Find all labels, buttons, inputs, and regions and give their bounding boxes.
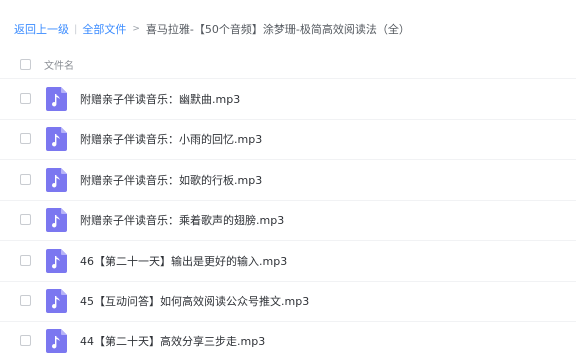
file-name[interactable]: 附赠亲子伴读音乐：乘着歌声的翅膀.mp3 [80,212,284,228]
audio-file-icon [46,248,67,273]
file-row[interactable]: 46【第二十一天】输出是更好的输入.mp3 [0,241,576,282]
file-name[interactable]: 44【第二十天】高效分享三步走.mp3 [80,333,265,349]
file-row[interactable]: 附赠亲子伴读音乐：如歌的行板.mp3 [0,160,576,201]
row-checkbox[interactable] [20,93,31,104]
breadcrumb-separator: | [74,23,78,35]
select-all-checkbox[interactable] [20,59,31,70]
file-name-column-header[interactable]: 文件名 [44,57,74,72]
file-row[interactable]: 附赠亲子伴读音乐：幽默曲.mp3 [0,79,576,120]
audio-file-icon [46,208,67,233]
current-folder-title: 喜马拉雅-【50个音频】涂梦珊-极简高效阅读法（全） [145,23,410,36]
all-files-link[interactable]: 全部文件 [82,21,126,37]
file-row[interactable]: 附赠亲子伴读音乐：小雨的回忆.mp3 [0,119,576,161]
file-browser: 返回上一级 | 全部文件 > 喜马拉雅-【50个音频】涂梦珊-极简高效阅读法（全… [0,0,576,356]
row-checkbox[interactable] [20,133,31,145]
file-name[interactable]: 附赠亲子伴读音乐：小雨的回忆.mp3 [80,131,262,147]
audio-file-icon [46,127,67,152]
file-row[interactable]: 45【互动问答】如何高效阅读公众号推文.mp3 [0,281,576,322]
audio-file-icon [46,329,67,354]
breadcrumb: 返回上一级 | 全部文件 > 喜马拉雅-【50个音频】涂梦珊-极简高效阅读法（全… [14,20,410,38]
file-name[interactable]: 附赠亲子伴读音乐：如歌的行板.mp3 [80,172,262,188]
file-row[interactable]: 附赠亲子伴读音乐：乘着歌声的翅膀.mp3 [0,200,576,242]
row-checkbox[interactable] [20,335,31,347]
back-link[interactable]: 返回上一级 [14,21,69,37]
file-name[interactable]: 附赠亲子伴读音乐：幽默曲.mp3 [80,91,240,107]
audio-file-icon [46,167,67,192]
file-name[interactable]: 45【互动问答】如何高效阅读公众号推文.mp3 [80,293,309,309]
row-checkbox[interactable] [20,214,31,226]
audio-file-icon [46,87,67,111]
file-name[interactable]: 46【第二十一天】输出是更好的输入.mp3 [80,253,287,269]
row-checkbox[interactable] [20,173,31,185]
file-row[interactable]: 44【第二十天】高效分享三步走.mp3 [0,321,576,356]
chevron-right-icon: > [132,24,140,34]
row-checkbox[interactable] [20,295,31,306]
list-header: 文件名 [0,51,576,79]
row-checkbox[interactable] [20,254,31,266]
audio-file-icon [46,289,67,313]
